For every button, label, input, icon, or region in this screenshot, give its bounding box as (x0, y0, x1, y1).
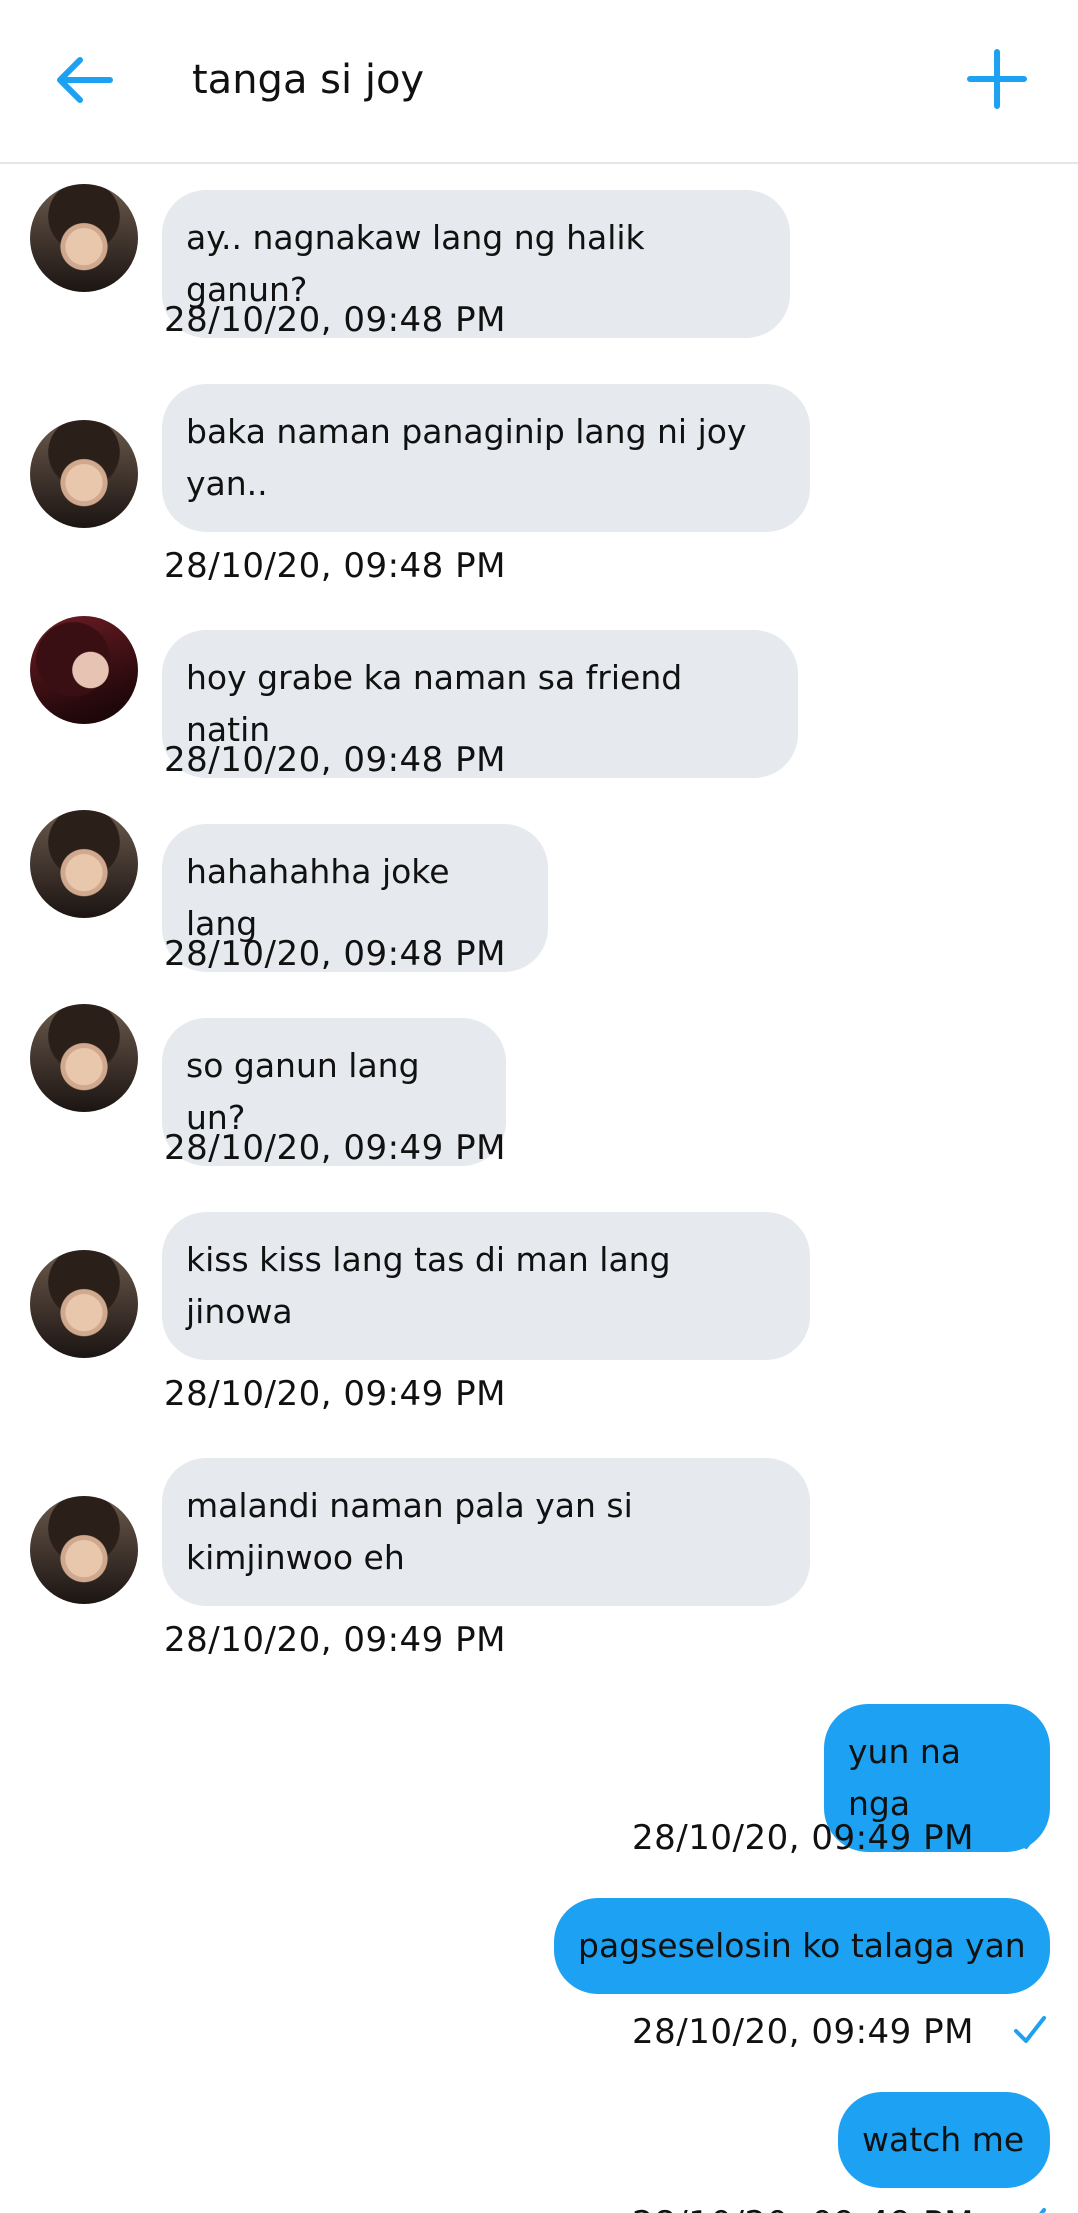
message-timestamp: 28/10/20, 09:49 PM (632, 2204, 974, 2213)
sent-check-icon (1014, 1822, 1046, 1849)
message-timestamp: 28/10/20, 09:49 PM (164, 1374, 506, 1414)
back-arrow-icon[interactable] (52, 48, 116, 112)
message-bubble[interactable]: kiss kiss lang tas di man lang jinowa (162, 1212, 810, 1360)
plus-icon[interactable] (962, 44, 1032, 114)
message-timestamp: 28/10/20, 09:48 PM (164, 300, 506, 340)
message-timestamp: 28/10/20, 09:49 PM (164, 1128, 506, 1168)
message-timestamp: 28/10/20, 09:49 PM (632, 2012, 974, 2052)
user-avatar[interactable] (30, 616, 138, 724)
user-avatar[interactable] (30, 1496, 138, 1604)
sent-check-icon (1039, 2208, 1046, 2213)
message-bubble[interactable]: pagseselosin ko talaga yan (554, 1898, 1050, 1994)
user-avatar[interactable] (30, 810, 138, 918)
user-avatar[interactable] (30, 184, 138, 292)
chat-title[interactable]: tanga si joy (192, 52, 424, 108)
message-bubble[interactable]: malandi naman pala yan si kimjinwoo eh (162, 1458, 810, 1606)
message-list[interactable]: ay.. nagnakaw lang ng halik ganun? 28/10… (0, 164, 1078, 2213)
message-timestamp: 28/10/20, 09:48 PM (164, 934, 506, 974)
message-bubble[interactable]: watch me (838, 2092, 1050, 2188)
user-avatar[interactable] (30, 420, 138, 528)
message-bubble[interactable]: baka naman panaginip lang ni joy yan.. (162, 384, 810, 532)
sent-check-icon (1014, 2016, 1046, 2043)
user-avatar[interactable] (30, 1004, 138, 1112)
chat-header: tanga si joy (0, 0, 1078, 164)
message-timestamp: 28/10/20, 09:49 PM (164, 1620, 506, 1660)
message-timestamp: 28/10/20, 09:48 PM (164, 546, 506, 586)
message-timestamp: 28/10/20, 09:48 PM (164, 740, 506, 780)
message-timestamp: 28/10/20, 09:49 PM (632, 1818, 974, 1858)
user-avatar[interactable] (30, 1250, 138, 1358)
